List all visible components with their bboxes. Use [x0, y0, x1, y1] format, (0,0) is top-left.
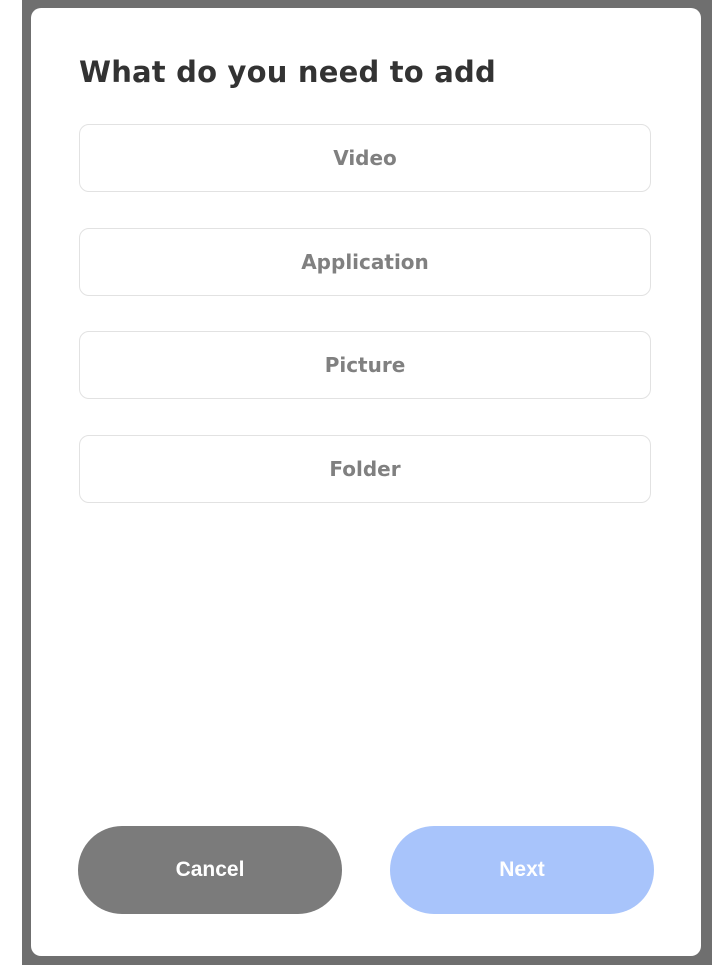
add-item-dialog: What do you need to add Video Applicatio…	[31, 8, 701, 956]
dialog-title: What do you need to add	[79, 55, 496, 89]
option-picture[interactable]: Picture	[79, 331, 651, 399]
option-video[interactable]: Video	[79, 124, 651, 192]
option-folder[interactable]: Folder	[79, 435, 651, 503]
option-application[interactable]: Application	[79, 228, 651, 296]
next-button[interactable]: Next	[390, 826, 654, 914]
cancel-button[interactable]: Cancel	[78, 826, 342, 914]
